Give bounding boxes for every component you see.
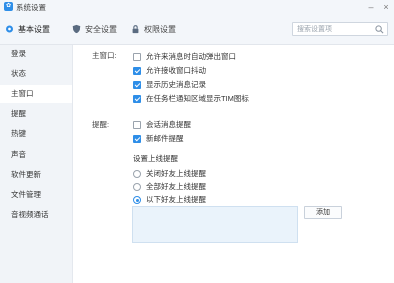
search-box[interactable] — [292, 22, 388, 36]
search-icon[interactable] — [375, 25, 384, 34]
sidebar-item-main-window[interactable]: 主窗口 — [0, 85, 72, 103]
tray-icon-checkbox[interactable] — [133, 95, 141, 103]
new-mail-checkbox[interactable] — [133, 135, 141, 143]
online-selected-label: 以下好友上线提醒 — [146, 195, 206, 204]
online-off-radio[interactable] — [133, 170, 141, 178]
search-input[interactable] — [297, 24, 373, 34]
sidebar-item-sound[interactable]: 声音 — [0, 146, 72, 164]
tab-label: 基本设置 — [18, 25, 50, 34]
minimize-button[interactable]: – — [364, 0, 378, 14]
sidebar-item-hotkeys[interactable]: 热键 — [0, 125, 72, 143]
online-selected-radio[interactable] — [133, 196, 141, 204]
online-all-radio[interactable] — [133, 183, 141, 191]
new-mail-label: 新邮件提醒 — [146, 134, 184, 143]
history-checkbox[interactable] — [133, 81, 141, 89]
settings-toolbar: 基本设置 安全设置 权限设置 — [0, 14, 394, 45]
window-title: 系统设置 — [16, 3, 46, 12]
sidebar-item-av-calls[interactable]: 音视频通话 — [0, 206, 72, 224]
online-off-label: 关闭好友上线提醒 — [146, 169, 206, 178]
sidebar-item-file-management[interactable]: 文件管理 — [0, 186, 72, 204]
app-logo-icon: ✿ — [4, 2, 13, 11]
session-reminder-checkbox[interactable] — [133, 121, 141, 129]
sidebar-item-software-update[interactable]: 软件更新 — [0, 166, 72, 184]
sidebar-item-login[interactable]: 登录 — [0, 45, 72, 63]
title-bar: ✿ 系统设置 – × — [0, 0, 394, 14]
window-shake-checkbox[interactable] — [133, 67, 141, 75]
tab-basic-settings[interactable]: 基本设置 — [4, 23, 50, 37]
auto-popup-checkbox[interactable] — [133, 53, 141, 61]
sidebar-item-reminder[interactable]: 提醒 — [0, 105, 72, 123]
shield-icon — [72, 24, 81, 34]
sidebar-item-status[interactable]: 状态 — [0, 65, 72, 83]
online-reminder-heading: 设置上线提醒 — [133, 154, 178, 163]
history-label: 显示历史消息记录 — [146, 80, 206, 89]
add-friend-button[interactable]: 添加 — [304, 206, 342, 219]
online-all-label: 全部好友上线提醒 — [146, 182, 206, 191]
tab-label: 权限设置 — [144, 25, 176, 34]
gear-icon — [6, 25, 13, 33]
main-window-section-label: 主窗口: — [92, 51, 117, 60]
session-reminder-label: 会话消息提醒 — [146, 120, 191, 129]
reminder-section-label: 提醒: — [92, 120, 110, 129]
tray-icon-label: 在任务栏通知区域显示TIM图标 — [146, 94, 249, 103]
lock-icon — [132, 25, 139, 34]
friend-list-box[interactable] — [132, 206, 298, 243]
tab-security-settings[interactable]: 安全设置 — [71, 23, 117, 37]
tab-label: 安全设置 — [85, 25, 117, 34]
tab-permission-settings[interactable]: 权限设置 — [130, 23, 176, 37]
auto-popup-label: 允许来消息时自动弹出窗口 — [146, 52, 236, 61]
settings-sidebar: 登录 状态 主窗口 提醒 热键 声音 软件更新 文件管理 音视频通话 — [0, 45, 73, 283]
window-shake-label: 允许接收窗口抖动 — [146, 66, 206, 75]
close-button[interactable]: × — [379, 0, 393, 14]
